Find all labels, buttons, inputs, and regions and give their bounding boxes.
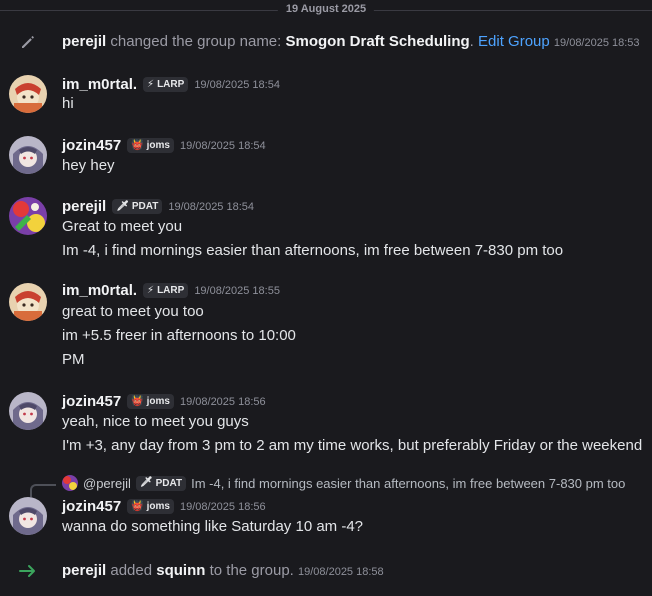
avatar[interactable] [9, 283, 47, 321]
avatar[interactable] [9, 392, 47, 430]
timestamp: 19/08/2025 18:58 [298, 566, 384, 578]
tag-label: LARP [157, 285, 185, 296]
clan-tag[interactable]: 🗡 PDAT [112, 199, 163, 214]
timestamp: 19/08/2025 18:54 [168, 200, 255, 213]
timestamp: 19/08/2025 18:54 [194, 78, 280, 91]
tag-label: PDAT [131, 201, 159, 212]
oni-icon: 👹 [131, 139, 144, 151]
lightning-icon: ⚡ [147, 78, 155, 90]
reply-preview[interactable]: @perejil 🗡 PDAT Im -4, i find mornings ea… [62, 475, 625, 491]
message-header: im_m0rtal. ⚡ LARP 19/08/2025 18:54 [62, 76, 280, 93]
added-user[interactable]: squinn [156, 562, 205, 579]
system-message-name-change: perejil changed the group name: Smogon D… [62, 33, 640, 50]
message-text: yeah, nice to meet you guys [62, 413, 249, 430]
sword-icon: 🗡 [139, 477, 153, 488]
message-text: hey hey [62, 157, 115, 174]
timestamp: 19/08/2025 18:55 [194, 284, 280, 297]
group-name: Smogon Draft Scheduling [285, 33, 470, 50]
timestamp: 19/08/2025 18:56 [179, 395, 266, 408]
lightning-icon: ⚡ [147, 284, 155, 296]
tag-label: LARP [157, 79, 185, 90]
username[interactable]: im_m0rtal. [62, 282, 137, 299]
message-text: great to meet you too [62, 303, 204, 320]
reply-username[interactable]: @perejil [83, 476, 131, 491]
pencil-icon [18, 32, 38, 52]
clan-tag[interactable]: ⚡ LARP [143, 77, 189, 92]
message-header: im_m0rtal. ⚡ LARP 19/08/2025 18:55 [62, 282, 280, 299]
avatar[interactable] [9, 136, 47, 174]
edit-group-link[interactable]: Edit Group [478, 33, 550, 50]
message-text: im +5.5 freer in afternoons to 10:00 [62, 327, 296, 344]
clan-tag[interactable]: 👹 joms [127, 138, 174, 153]
clan-tag[interactable]: 👹 joms [127, 499, 174, 514]
username[interactable]: im_m0rtal. [62, 76, 137, 93]
message-text: wanna do something like Saturday 10 am -… [62, 518, 364, 535]
tag-label: joms [146, 501, 170, 512]
message-header: jozin457 👹 joms 19/08/2025 18:54 [62, 137, 266, 154]
message-text: hi [62, 95, 74, 112]
period: . [469, 33, 474, 50]
username[interactable]: perejil [62, 198, 106, 215]
message-header: perejil 🗡 PDAT 19/08/2025 18:54 [62, 198, 254, 215]
avatar[interactable] [9, 75, 47, 113]
timestamp: 19/08/2025 18:56 [179, 500, 266, 513]
arrow-right-icon [18, 561, 38, 581]
timestamp: 19/08/2025 18:54 [179, 139, 266, 152]
system-user[interactable]: perejil [62, 33, 106, 50]
message-text: I'm +3, any day from 3 pm to 2 am my tim… [62, 437, 643, 454]
avatar[interactable] [9, 497, 47, 535]
message-text: PM [62, 351, 85, 368]
system-action: changed the group name: [110, 33, 282, 50]
sword-icon: 🗡 [116, 200, 129, 212]
message-header: jozin457 👹 joms 19/08/2025 18:56 [62, 498, 266, 515]
system-rest: to the group. [209, 562, 294, 579]
oni-icon: 👹 [131, 500, 144, 512]
system-user[interactable]: perejil [62, 562, 106, 579]
timestamp: 19/08/2025 18:53 [553, 37, 640, 49]
message-text: Im -4, i find mornings easier than after… [62, 242, 564, 259]
reply-avatar [62, 475, 78, 491]
avatar[interactable] [9, 197, 47, 235]
username[interactable]: jozin457 [62, 393, 121, 410]
clan-tag[interactable]: 🗡 PDAT [135, 475, 187, 491]
username[interactable]: jozin457 [62, 498, 121, 515]
message-header: jozin457 👹 joms 19/08/2025 18:56 [62, 393, 266, 410]
reply-connector [30, 484, 56, 497]
username[interactable]: jozin457 [62, 137, 121, 154]
clan-tag[interactable]: ⚡ LARP [143, 283, 189, 298]
reply-text: Im -4, i find mornings easier than after… [191, 475, 626, 491]
tag-label: joms [146, 140, 170, 151]
system-action: added [110, 562, 153, 579]
clan-tag[interactable]: 👹 joms [127, 394, 174, 409]
system-message-added: perejil added squinn to the group. 19/08… [62, 562, 384, 579]
tag-label: joms [146, 396, 170, 407]
oni-icon: 👹 [131, 395, 144, 407]
tag-label: PDAT [155, 477, 183, 489]
date-divider: 19 August 2025 [277, 3, 375, 15]
message-text: Great to meet you [62, 218, 183, 235]
